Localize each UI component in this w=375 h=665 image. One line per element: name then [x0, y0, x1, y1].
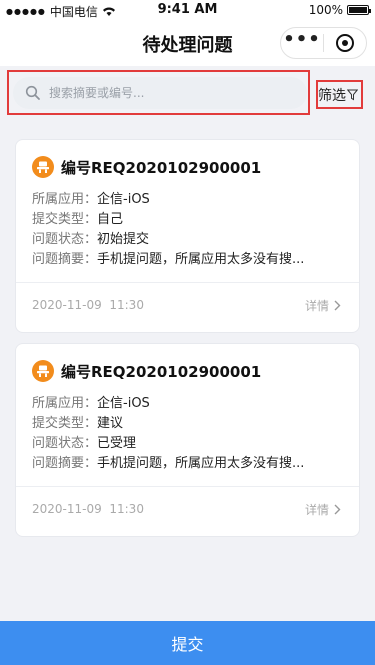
field-label: 所属应用： — [32, 396, 98, 411]
filter-label: 筛选 — [318, 88, 346, 104]
search-bar[interactable] — [13, 77, 307, 109]
field-app: 所属应用： 企信-iOS — [32, 190, 352, 210]
field-value: 建议 — [97, 416, 124, 431]
field-value: 手机提问题，所属应用太多没有搜... — [97, 252, 305, 267]
field-label: 问题状态： — [32, 436, 98, 451]
submit-button[interactable]: 提交 — [0, 621, 375, 665]
status-bar: ●●●●● 中国电信 9:41 AM 100% — [0, 0, 375, 20]
detail-link[interactable]: 详情 — [305, 297, 341, 314]
field-label: 问题状态： — [32, 232, 98, 247]
close-button[interactable] — [324, 28, 366, 58]
card-fields: 所属应用： 企信-iOS 提交类型： 自己 问题状态： 初始提交 问题摘要： 手… — [32, 190, 352, 270]
close-target-icon — [336, 34, 354, 52]
issue-card[interactable]: 编号REQ2020102900001 所属应用： 企信-iOS 提交类型： 自己… — [15, 139, 360, 333]
field-app: 所属应用： 企信-iOS — [32, 394, 352, 414]
issue-badge-icon — [32, 360, 54, 382]
mini-program-capsule: ••• — [280, 27, 367, 59]
search-input[interactable] — [49, 86, 307, 100]
field-summary: 问题摘要： 手机提问题，所属应用太多没有搜... — [32, 250, 352, 270]
field-status: 问题状态： 初始提交 — [32, 230, 352, 250]
field-label: 提交类型： — [32, 416, 98, 431]
status-right: 100% — [308, 3, 371, 17]
nav-bar: 待处理问题 ••• — [0, 20, 375, 66]
chevron-right-icon — [334, 504, 341, 515]
more-icon: ••• — [283, 29, 321, 50]
funnel-icon — [347, 89, 358, 101]
detail-link[interactable]: 详情 — [305, 501, 341, 518]
field-label: 提交类型： — [32, 212, 98, 227]
battery-percent: 100% — [308, 3, 343, 17]
field-value: 企信-iOS — [97, 396, 150, 411]
field-summary: 问题摘要： 手机提问题，所属应用太多没有搜... — [32, 454, 352, 474]
field-label: 问题摘要： — [32, 456, 98, 471]
battery-icon — [347, 5, 371, 15]
filter-button[interactable]: 筛选 — [318, 84, 362, 106]
card-id: 编号REQ2020102900001 — [61, 362, 262, 381]
field-value: 已受理 — [97, 436, 137, 451]
card-fields: 所属应用： 企信-iOS 提交类型： 建议 问题状态： 已受理 问题摘要： 手机… — [32, 394, 352, 474]
field-label: 所属应用： — [32, 192, 98, 207]
card-date: 2020-11-09 11:30 — [32, 502, 144, 516]
field-label: 问题摘要： — [32, 252, 98, 267]
card-date: 2020-11-09 11:30 — [32, 298, 144, 312]
field-value: 企信-iOS — [97, 192, 150, 207]
issue-badge-icon — [32, 156, 54, 178]
card-header: 编号REQ2020102900001 — [32, 360, 261, 382]
card-id: 编号REQ2020102900001 — [61, 158, 262, 177]
card-header: 编号REQ2020102900001 — [32, 156, 261, 178]
more-button[interactable]: ••• — [281, 28, 323, 58]
field-type: 提交类型： 建议 — [32, 414, 352, 434]
field-value: 手机提问题，所属应用太多没有搜... — [97, 456, 305, 471]
card-divider — [16, 282, 359, 283]
issue-card[interactable]: 编号REQ2020102900001 所属应用： 企信-iOS 提交类型： 建议… — [15, 343, 360, 537]
field-status: 问题状态： 已受理 — [32, 434, 352, 454]
field-value: 初始提交 — [97, 232, 150, 247]
card-divider — [16, 486, 359, 487]
detail-label: 详情 — [304, 299, 329, 313]
chevron-right-icon — [334, 300, 341, 311]
field-type: 提交类型： 自己 — [32, 210, 352, 230]
detail-label: 详情 — [304, 503, 329, 517]
field-value: 自己 — [97, 212, 124, 227]
search-icon — [21, 81, 45, 105]
